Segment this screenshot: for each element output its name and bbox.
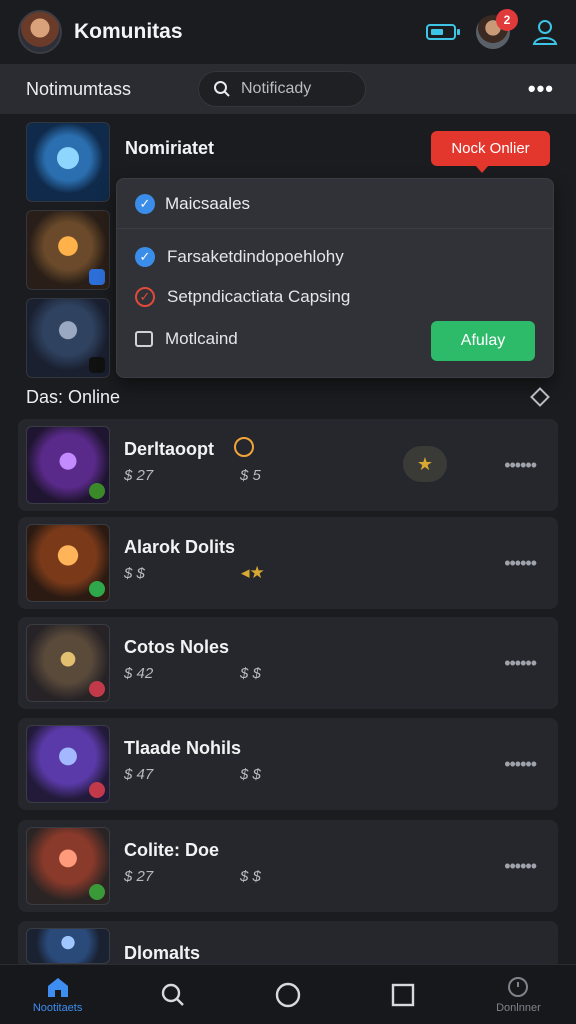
achievement-icon [234,437,254,457]
filter-header-label: Maicsaales [165,193,251,213]
game-name: Colite: Doe [124,840,220,860]
filter-option[interactable]: Motlcaind [135,329,238,349]
game-meta: $ 5 [240,467,261,484]
nav-home[interactable]: Nootitaets [0,965,115,1024]
game-card[interactable]: Cotos Noles $ 42 $ $ •••••• [18,617,558,709]
nav-circle[interactable] [230,965,345,1024]
platform-icon [89,681,105,697]
game-card[interactable]: Alarok Dolits $ $ ◂★ •••••• [18,517,558,609]
apply-button[interactable]: Afulay [431,321,535,361]
game-art [26,524,110,602]
game-meta: $ 27 [124,467,154,484]
game-card[interactable]: Derltaoopt $ 27 $ 5 ★ •••••• [18,419,558,511]
profile-icon[interactable] [530,17,560,47]
status-pill[interactable]: Nock Onlier [431,131,550,173]
filter-option-label: Motlcaind [165,329,238,348]
filter-header[interactable]: ✓ Maicsaales [117,179,553,229]
favorite-button[interactable]: ★ [403,446,447,482]
game-meta: $ 47 [124,766,154,783]
platform-icon [89,357,105,373]
row-more-button[interactable]: •••••• [504,455,537,476]
filter-dropdown: ✓ Maicsaales ✓ Farsaketdindopoehlohy ✓ S… [116,178,554,378]
game-art [26,426,110,504]
game-card[interactable]: Tlaade Nohils $ 47 $ $ •••••• [18,718,558,810]
game-meta: $ $ [124,565,145,582]
game-name: Cotos Noles [124,637,230,657]
featured-title: Nomiriatet [125,138,215,158]
row-more-button[interactable]: •••••• [504,653,537,674]
row-more-button[interactable]: •••••• [504,553,537,574]
platform-icon [89,782,105,798]
game-meta: $ $ [240,665,261,682]
game-name: Alarok Dolits [124,537,236,557]
nav-clock-label: Donlnner [496,1001,541,1014]
check-icon: ✓ [135,193,155,214]
game-art [26,827,110,905]
more-options-button[interactable]: ••• [528,76,554,102]
star-icon: ◂★ [241,563,265,582]
bottom-navigation: Nootitaets Donlnner [0,964,576,1024]
game-name: Dlomalts [124,943,201,963]
game-card[interactable]: Dlomalts [18,921,558,964]
game-art [26,725,110,803]
circle-icon [275,982,301,1007]
section-header-label: Notimumtass [26,78,132,99]
platform-icon [89,483,105,499]
game-card[interactable]: Colite: Doe $ 27 $ $ •••••• [18,820,558,912]
community-avatar[interactable] [18,10,62,54]
app-title: Komunitas [74,20,183,43]
user-avatar-button[interactable]: 2 [476,9,518,49]
app-bar: Komunitas 2 [0,0,576,64]
game-art [26,624,110,702]
nav-square[interactable] [346,965,461,1024]
notification-badge: 2 [496,9,518,31]
featured-thumbnails [26,122,110,386]
game-meta: $ 27 [124,868,154,885]
section-title: Das: Online [26,387,121,407]
filter-option-label: Farsaketdindopoehlohy [167,247,344,266]
sub-header: Notimumtass ••• [0,64,576,114]
featured-thumb[interactable] [26,210,110,290]
featured-thumb[interactable] [26,298,110,378]
battery-icon [426,24,460,40]
game-meta: $ $ [240,868,261,885]
featured-thumb[interactable] [26,122,110,202]
checkbox-empty-icon [135,331,153,347]
platform-icon [89,269,105,285]
filter-option-label: Setpndicactiata Capsing [167,287,351,306]
game-meta: $ $ [240,766,261,783]
game-name: Derltaoopt [124,439,214,459]
search-input[interactable] [241,80,351,98]
filter-option[interactable]: ✓ Farsaketdindopoehlohy [135,247,344,267]
search-icon [161,983,184,1006]
platform-icon [89,581,105,597]
search-icon [214,81,230,97]
row-more-button[interactable]: •••••• [504,754,537,775]
check-red-icon: ✓ [135,287,155,307]
nav-search[interactable] [115,965,230,1024]
filter-option[interactable]: ✓ Setpndicactiata Capsing [135,287,350,307]
nav-home-label: Nootitaets [32,1001,83,1014]
platform-icon [89,884,105,900]
game-meta: $ 42 [124,665,154,682]
game-art [26,928,110,964]
search-field[interactable] [198,71,366,107]
nav-clock[interactable]: Donlnner [461,965,576,1024]
clock-icon [508,976,529,997]
home-icon [47,977,68,997]
diamond-icon[interactable] [530,387,550,407]
game-name: Tlaade Nohils [124,738,242,758]
check-icon: ✓ [135,247,155,267]
row-more-button[interactable]: •••••• [504,856,537,877]
square-icon [392,983,415,1006]
